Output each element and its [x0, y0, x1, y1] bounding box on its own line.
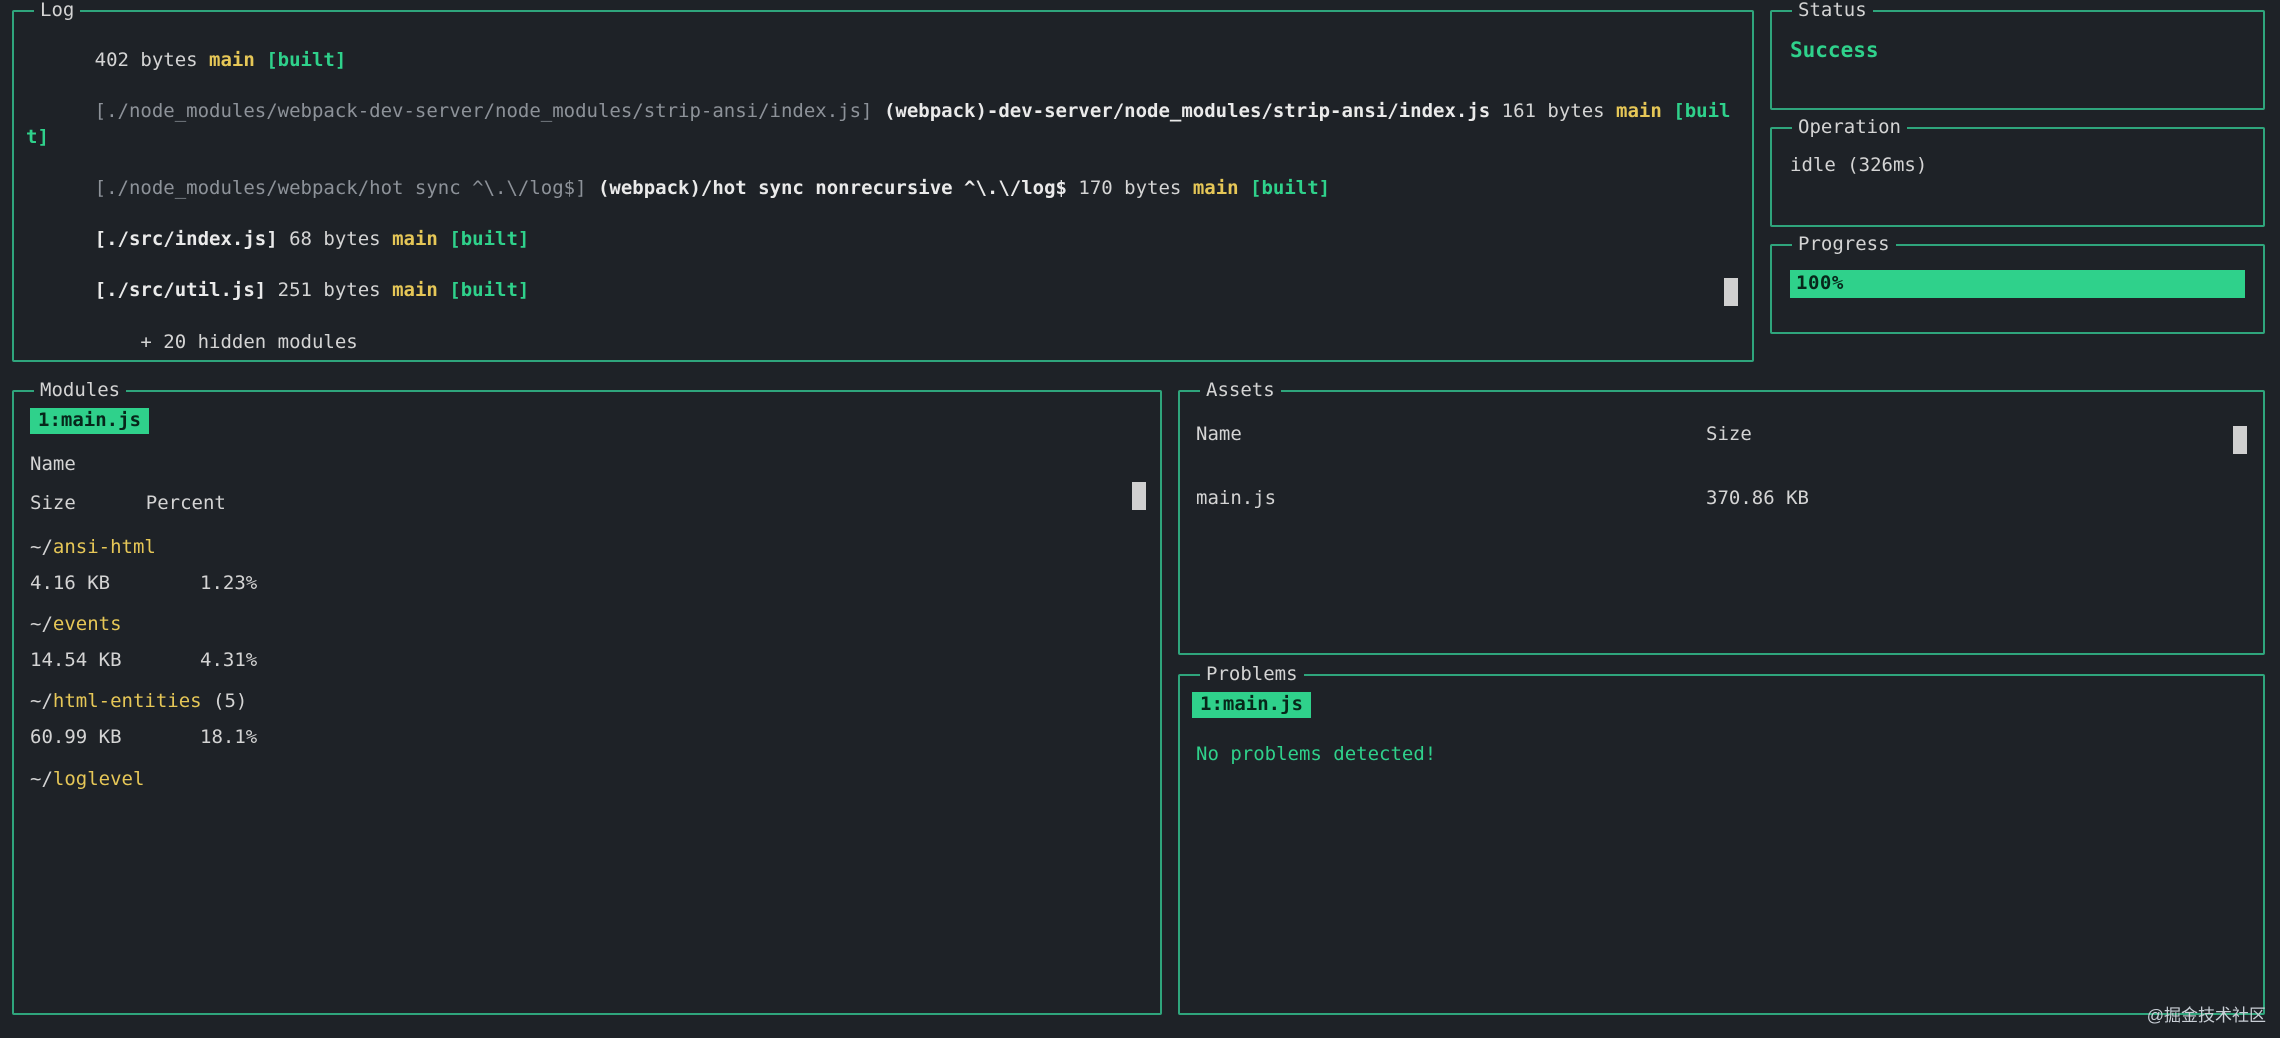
log-line-3-built: [built] [1239, 177, 1331, 199]
module-name: loglevel [53, 768, 145, 790]
progress-panel-title: Progress [1792, 232, 1896, 258]
status-value: Success [1784, 22, 2251, 78]
module-percent: 18.1% [200, 725, 257, 751]
modules-header-size: Size [30, 491, 76, 517]
module-size: 14.54 KB [30, 648, 140, 674]
module-name: ansi-html [53, 536, 156, 558]
module-row[interactable]: ~/html-entities (5) 60.99 KB 18.1% [30, 689, 1144, 750]
progress-panel: Progress 100% [1770, 244, 2265, 334]
log-line-2-desc: (webpack)-dev-server/node_modules/strip-… [884, 100, 1490, 122]
log-body[interactable]: 402 bytes main [built] [./node_modules/w… [26, 22, 1740, 350]
operation-panel: Operation idle (326ms) [1770, 127, 2265, 227]
modules-scrollbar-thumb[interactable] [1132, 482, 1146, 510]
log-line-3-chunk: main [1193, 177, 1239, 199]
module-prefix: ~/ [30, 768, 53, 790]
operation-value: idle (326ms) [1784, 139, 2251, 193]
problems-panel: Problems 1:main.js No problems detected! [1178, 674, 2265, 1015]
module-percent: 1.23% [200, 571, 257, 597]
assets-body[interactable]: Name Size main.js370.86 KB [1192, 402, 2251, 643]
log-line-6: + 20 hidden modules [95, 331, 358, 350]
log-line-3-path: [./node_modules/webpack/hot sync ^\.\/lo… [95, 177, 598, 199]
module-size: 4.16 KB [30, 571, 140, 597]
module-prefix: ~/ [30, 536, 53, 558]
assets-panel-title: Assets [1200, 378, 1281, 404]
log-line-3-bytes: 170 bytes [1067, 177, 1193, 199]
asset-size: 370.86 KB [1706, 486, 1809, 512]
module-size: 60.99 KB [30, 725, 140, 751]
problems-body[interactable]: 1:main.js No problems detected! [1192, 686, 2251, 1003]
operation-panel-title: Operation [1792, 115, 1907, 141]
progress-value: 100% [1796, 271, 1844, 297]
modules-body[interactable]: 1:main.js Name Size Percent ~/ansi-html4… [26, 402, 1148, 1003]
log-panel-title: Log [34, 0, 80, 24]
problems-panel-title: Problems [1200, 662, 1304, 688]
log-line-2-path: [./node_modules/webpack-dev-server/node_… [95, 100, 884, 122]
log-line-2-chunk: main [1616, 100, 1662, 122]
modules-header-percent: Percent [146, 491, 226, 517]
modules-panel-title: Modules [34, 378, 126, 404]
modules-panel: Modules 1:main.js Name Size Percent ~/an… [12, 390, 1162, 1015]
status-panel-title: Status [1792, 0, 1873, 24]
progress-bar: 100% [1790, 270, 2245, 298]
module-percent: 4.31% [200, 648, 257, 674]
assets-scrollbar-thumb[interactable] [2233, 426, 2247, 454]
asset-row[interactable]: main.js370.86 KB [1196, 486, 2247, 512]
log-line-5-built: [built] [438, 279, 530, 301]
module-prefix: ~/ [30, 690, 53, 712]
log-line-4-built: [built] [438, 228, 530, 250]
assets-header-name: Name [1196, 422, 1706, 448]
log-line-4-chunk: main [392, 228, 438, 250]
log-line-3-desc: (webpack)/hot sync nonrecursive ^\.\/log… [598, 177, 1067, 199]
log-scrollbar-thumb[interactable] [1724, 278, 1738, 306]
modules-header-name: Name [30, 452, 1144, 478]
module-row[interactable]: ~/ansi-html 4.16 KB 1.23% [30, 535, 1144, 596]
log-line-1-built: [built] [255, 49, 347, 71]
watermark: @掘金技术社区 [2147, 1005, 2266, 1028]
problems-message: No problems detected! [1196, 742, 2247, 768]
problems-tab[interactable]: 1:main.js [1192, 692, 1311, 718]
log-line-2-bytes: 161 bytes [1490, 100, 1616, 122]
assets-panel: Assets Name Size main.js370.86 KB [1178, 390, 2265, 655]
status-panel: Status Success [1770, 10, 2265, 110]
module-prefix: ~/ [30, 613, 53, 635]
log-line-4-path: [./src/index.js] [95, 228, 278, 250]
log-line-1-chunk: main [209, 49, 255, 71]
modules-tab[interactable]: 1:main.js [30, 408, 149, 434]
asset-name: main.js [1196, 486, 1706, 512]
module-suffix: (5) [202, 690, 248, 712]
module-name: html-entities [53, 690, 202, 712]
module-name: events [53, 613, 122, 635]
module-row[interactable]: ~/events 14.54 KB 4.31% [30, 612, 1144, 673]
module-row[interactable]: ~/loglevel [30, 767, 1144, 793]
assets-header-size: Size [1706, 422, 1752, 448]
log-line-4-bytes: 68 bytes [278, 228, 392, 250]
log-line-1-size: 402 bytes [95, 49, 209, 71]
log-panel: Log 402 bytes main [built] [./node_modul… [12, 10, 1754, 362]
log-line-5-bytes: 251 bytes [266, 279, 392, 301]
log-line-5-chunk: main [392, 279, 438, 301]
log-line-5-path: [./src/util.js] [95, 279, 267, 301]
